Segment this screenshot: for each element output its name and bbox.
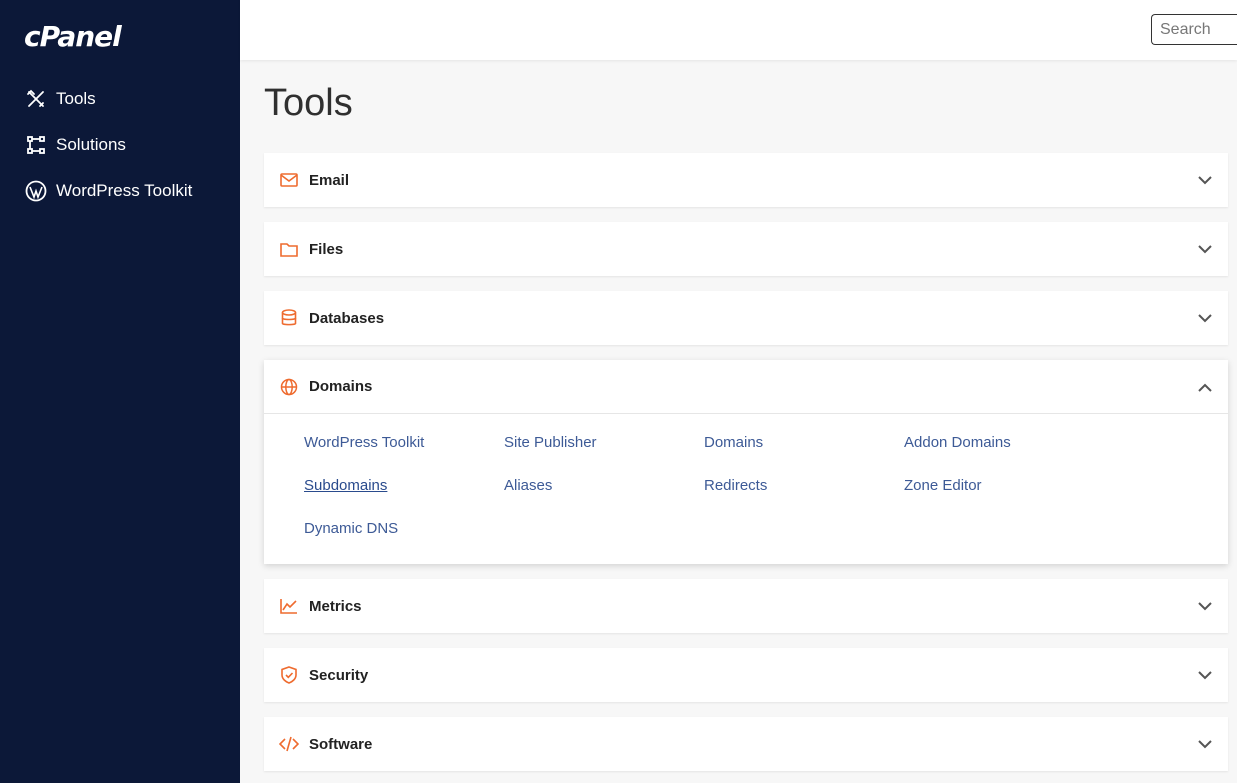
top-bar	[240, 0, 1237, 60]
section-files: Files	[264, 222, 1228, 276]
section-title: Domains	[309, 378, 373, 395]
section-title: Files	[309, 240, 344, 258]
chevron-up-icon[interactable]	[1196, 378, 1214, 396]
section-databases: Databases	[264, 291, 1228, 345]
section-title: Metrics	[309, 597, 362, 615]
tool-link-subdomains[interactable]: Subdomains	[304, 477, 387, 494]
section-header-security[interactable]: Security	[264, 648, 1228, 702]
section-metrics: Metrics	[264, 579, 1228, 633]
chevron-down-icon[interactable]	[1196, 735, 1214, 753]
folder-icon	[279, 239, 299, 259]
section-header-email[interactable]: Email	[264, 153, 1228, 207]
sidebar-item-label: WordPress Toolkit	[56, 181, 193, 200]
sidebar-item-tools[interactable]: Tools	[0, 76, 240, 122]
page-title: Tools	[264, 82, 353, 124]
chart-icon	[279, 596, 299, 616]
tool-link-wordpress-toolkit[interactable]: WordPress Toolkit	[304, 434, 424, 451]
tool-link-redirects[interactable]: Redirects	[704, 477, 767, 494]
section-header-software[interactable]: Software	[264, 717, 1228, 771]
tools-icon	[24, 87, 48, 111]
tool-link-site-publisher[interactable]: Site Publisher	[504, 434, 597, 451]
database-icon	[279, 308, 299, 328]
section-title: Security	[309, 666, 369, 684]
sidebar-item-label: Tools	[56, 89, 96, 108]
search-input[interactable]	[1151, 14, 1237, 45]
wordpress-icon	[24, 179, 48, 203]
chevron-down-icon[interactable]	[1196, 240, 1214, 258]
tool-link-addon-domains[interactable]: Addon Domains	[904, 434, 1011, 451]
chevron-down-icon[interactable]	[1196, 171, 1214, 189]
sidebar: cPanel Tools Solutions WordPress Toolkit	[0, 0, 240, 783]
chevron-down-icon[interactable]	[1196, 309, 1214, 327]
sidebar-item-wordpress-toolkit[interactable]: WordPress Toolkit	[0, 168, 240, 214]
section-email: Email	[264, 153, 1228, 207]
section-title: Databases	[309, 309, 385, 327]
section-header-domains[interactable]: Domains	[264, 360, 1228, 414]
section-title: Email	[309, 171, 350, 189]
shield-icon	[279, 665, 299, 685]
section-software: Software	[264, 717, 1228, 771]
section-domains: Domains WordPress Toolkit Site Publisher…	[264, 360, 1228, 564]
sidebar-item-solutions[interactable]: Solutions	[0, 122, 240, 168]
domains-tool-list: WordPress Toolkit Site Publisher Domains…	[264, 414, 1228, 564]
tool-link-zone-editor[interactable]: Zone Editor	[904, 477, 982, 494]
code-icon	[279, 734, 299, 754]
tool-link-dynamic-dns[interactable]: Dynamic DNS	[304, 520, 398, 537]
solutions-icon	[24, 133, 48, 157]
sidebar-nav: Tools Solutions WordPress Toolkit	[0, 76, 240, 214]
tool-link-domains[interactable]: Domains	[704, 434, 763, 451]
section-header-files[interactable]: Files	[264, 222, 1228, 276]
section-header-metrics[interactable]: Metrics	[264, 579, 1228, 633]
section-header-databases[interactable]: Databases	[264, 291, 1228, 345]
section-security: Security	[264, 648, 1228, 702]
tool-link-aliases[interactable]: Aliases	[504, 477, 552, 494]
section-title: Software	[309, 735, 373, 753]
sidebar-item-label: Solutions	[56, 135, 126, 154]
chevron-down-icon[interactable]	[1196, 597, 1214, 615]
cpanel-logo[interactable]: cPanel	[24, 20, 122, 53]
chevron-down-icon[interactable]	[1196, 666, 1214, 684]
mail-icon	[279, 170, 299, 190]
globe-icon	[279, 377, 299, 397]
